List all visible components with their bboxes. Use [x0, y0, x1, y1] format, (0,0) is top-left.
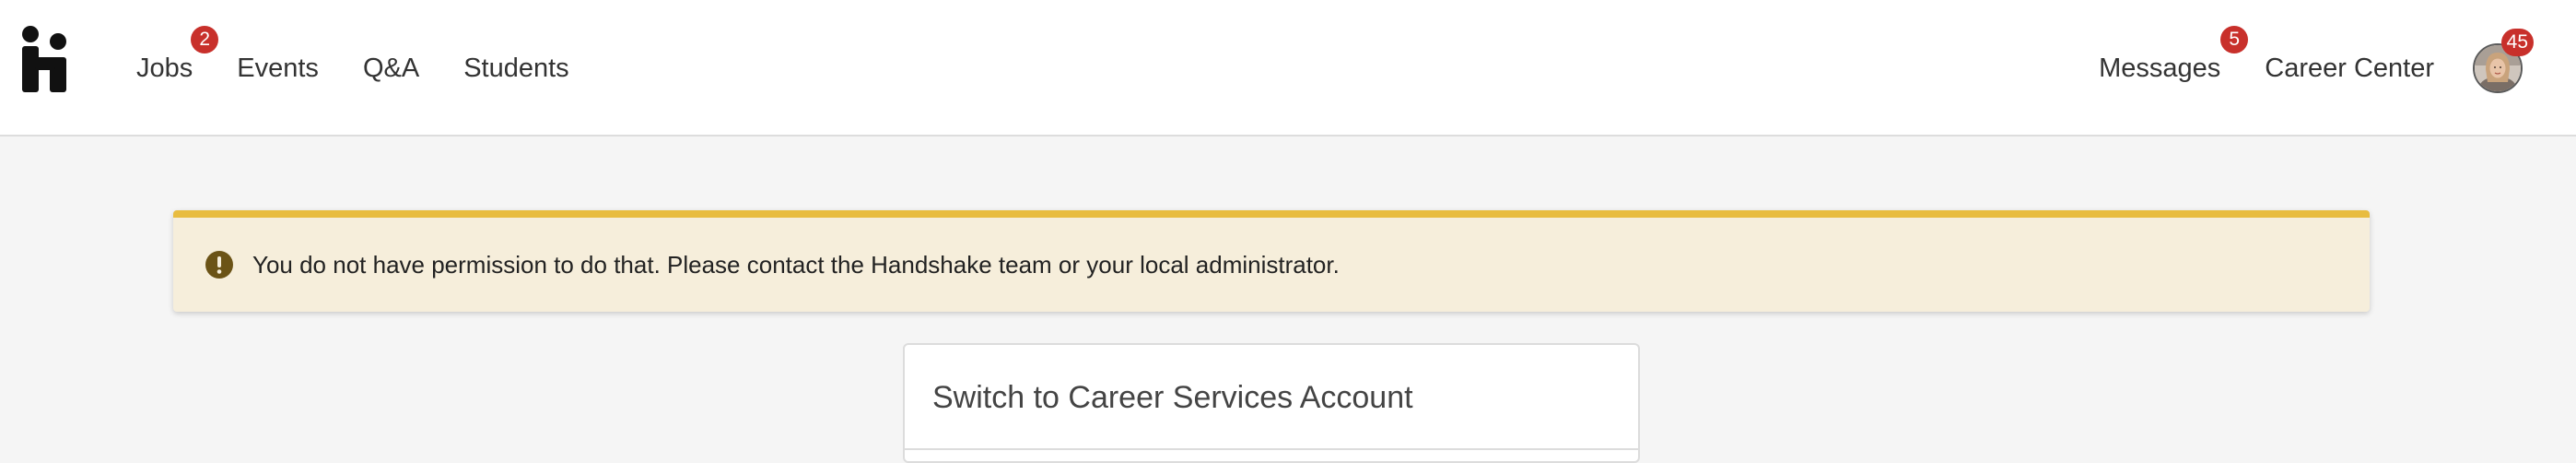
permission-alert-banner: You do not have permission to do that. P…	[173, 210, 2370, 312]
nav-qa-label: Q&A	[362, 53, 420, 83]
messages-count-badge: 5	[2220, 25, 2249, 53]
card-divider	[905, 448, 1638, 450]
top-navigation-bar: Jobs 2 Events Q&A Students Messages 5 Ca…	[0, 0, 2576, 137]
primary-nav: Jobs 2 Events Q&A Students	[136, 0, 614, 137]
nav-qa[interactable]: Q&A	[363, 53, 419, 84]
nav-events[interactable]: Events	[237, 53, 319, 84]
user-avatar-button[interactable]: 45	[2473, 29, 2534, 93]
nav-jobs-label: Jobs	[136, 53, 193, 83]
nav-career-center[interactable]: Career Center	[2265, 53, 2434, 84]
exclamation-circle-icon	[205, 251, 233, 279]
nav-students-label: Students	[463, 53, 569, 83]
notifications-count-badge: 45	[2500, 29, 2534, 56]
card-title: Switch to Career Services Account	[932, 380, 1413, 415]
nav-students[interactable]: Students	[463, 53, 568, 84]
nav-messages-label: Messages	[2099, 53, 2221, 83]
handshake-logo[interactable]	[18, 26, 76, 92]
jobs-count-badge: 2	[191, 25, 219, 53]
switch-account-card: Switch to Career Services Account	[903, 343, 1640, 463]
nav-career-center-label: Career Center	[2265, 53, 2434, 83]
alert-message: You do not have permission to do that. P…	[252, 250, 1340, 279]
secondary-nav: Messages 5 Career Center 45	[2099, 0, 2534, 137]
nav-messages[interactable]: Messages 5	[2099, 25, 2249, 84]
nav-jobs[interactable]: Jobs 2	[136, 25, 219, 84]
nav-events-label: Events	[237, 53, 319, 83]
